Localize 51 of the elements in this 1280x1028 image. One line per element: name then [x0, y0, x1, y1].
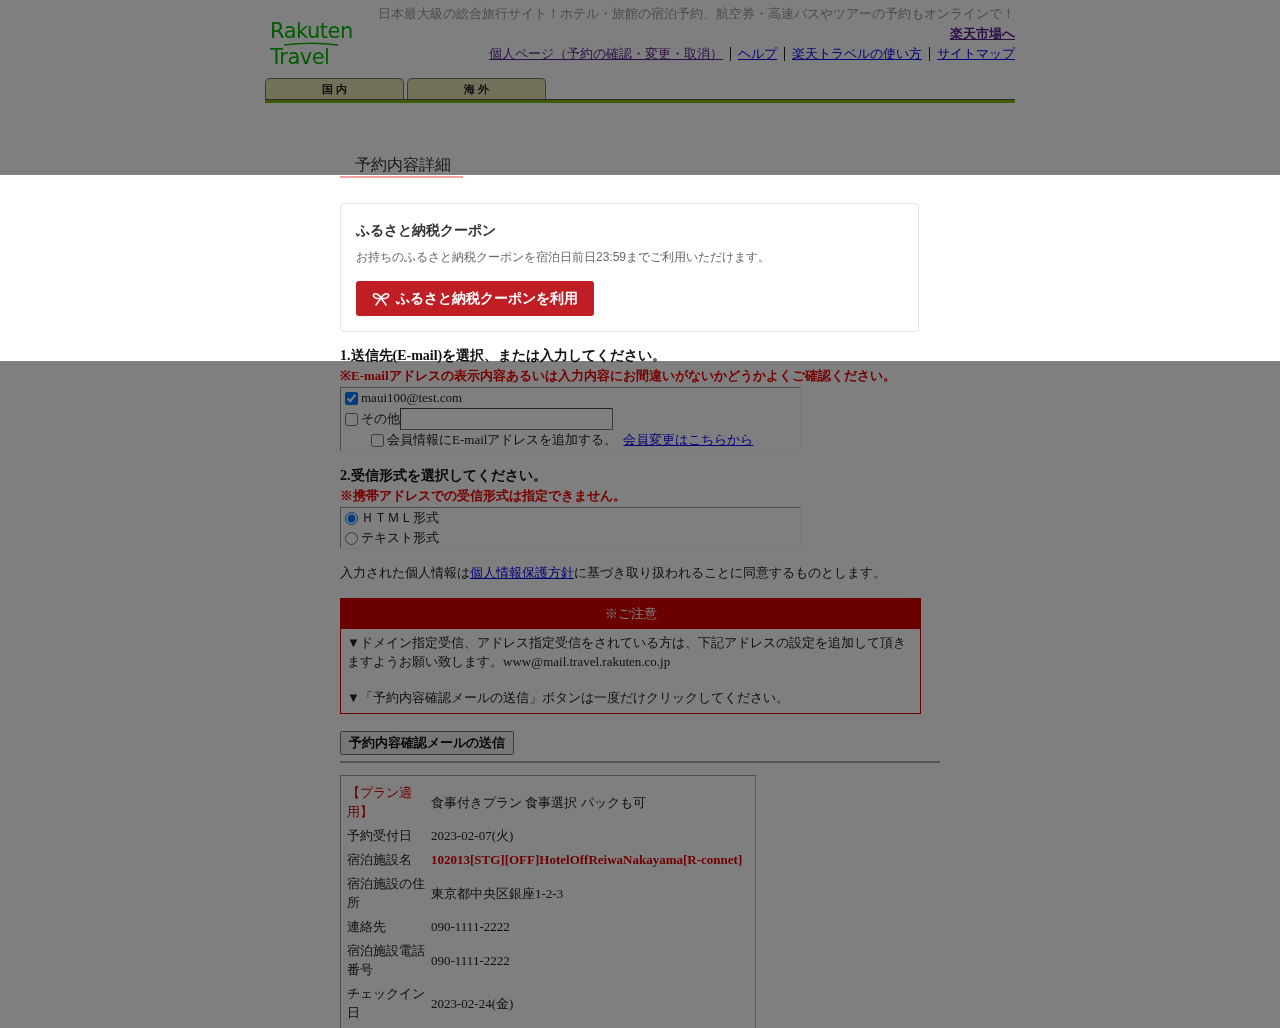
tab[interactable]: 国 内	[265, 78, 404, 99]
detail-value: 食事付きプラン 食事選択 パックも可	[431, 793, 647, 812]
radio-button[interactable]	[345, 531, 358, 545]
checkbox[interactable]	[371, 433, 384, 447]
detail-label: 宿泊施設の住所	[347, 875, 426, 912]
detail-label: 連絡先	[347, 918, 387, 936]
warning-text: ※E-mailアドレスの表示内容あるいは入力内容にお間違いがないかどうかよくご確認ください。	[340, 367, 897, 385]
detail-label: 予約受付日	[347, 827, 413, 845]
detail-value: 102013[STG][OFF]HotelOffReiwaNakayama[R-connet]	[431, 851, 744, 869]
bow-icon	[372, 291, 390, 306]
page-title: 予約内容詳細	[340, 154, 463, 178]
option-label: 会員情報にE-mailアドレスを追加する。	[387, 431, 618, 449]
detail-value: 2023-02-24(金)	[431, 994, 515, 1013]
coupon-title: ふるさと納税クーポン	[356, 221, 497, 240]
detail-label: 宿泊施設電話番号	[347, 942, 426, 979]
notice-text: ▼ドメイン指定受信、アドレス指定受信をされている方は、下記アドレスの設定を追加して頂きますようお願い致します。www@mail.travel.rakuten.co.jp	[347, 634, 907, 671]
notice-text: ▼「予約内容確認メールの送信」ボタンは一度だけクリックしてください。	[347, 689, 790, 707]
member-change-link[interactable]: 会員変更はこちらから	[623, 431, 754, 449]
header-link[interactable]: サイトマップ	[937, 44, 1015, 64]
consent-text: 入力された個人情報は個人情報保護方針に基づき取り扱われることに同意するものとします。	[340, 564, 887, 582]
detail-label: 宿泊施設名	[347, 851, 413, 869]
header-link[interactable]: 楽天トラベルの使い方	[792, 44, 922, 64]
market-link[interactable]: 楽天市場へ	[950, 26, 1015, 41]
option-label: その他	[361, 410, 400, 428]
privacy-policy-link[interactable]: 個人情報保護方針	[470, 565, 574, 580]
option-label: テキスト形式	[361, 529, 439, 547]
detail-label: 【プラン適用】	[347, 784, 413, 821]
email-input-field[interactable]	[400, 408, 613, 430]
detail-value: 東京都中央区銀座1-2-3	[431, 884, 565, 903]
notice-title: ※ご注意	[341, 599, 920, 629]
logo-text: Rakuten	[270, 20, 353, 42]
section-heading: 2.受信形式を選択してください。	[340, 467, 548, 485]
detail-value: 090-1111-2222	[431, 951, 511, 970]
section-heading: 1.送信先(E-mail)を選択、または入力してください。	[340, 347, 668, 365]
coupon-description: お持ちのふるさと納税クーポンを宿泊日前日23:59までご利用いただけます。	[356, 249, 772, 266]
radio-button[interactable]	[345, 511, 358, 525]
logo-text: Travel	[270, 46, 330, 68]
checkbox[interactable]	[345, 391, 358, 405]
detail-value: 090-1111-2222	[431, 918, 511, 936]
detail-label: チェックイン日	[347, 985, 426, 1022]
swoosh-icon	[283, 42, 339, 46]
header-link[interactable]: 個人ページ（予約の確認・変更・取消）	[489, 44, 723, 64]
option-label: maui100@test.com	[361, 389, 463, 407]
send-email-button[interactable]: 予約内容確認メールの送信	[340, 731, 514, 755]
detail-value: 2023-02-07(火)	[431, 827, 515, 845]
checkbox[interactable]	[345, 412, 358, 426]
warning-text: ※携帯アドレスでの受信形式は指定できません。	[340, 487, 627, 505]
option-label: ＨＴＭＬ形式	[361, 509, 439, 527]
use-coupon-button[interactable]: ふるさと納税クーポンを利用	[356, 281, 594, 316]
tab[interactable]: 海 外	[407, 78, 546, 99]
header-link[interactable]: ヘルプ	[738, 44, 777, 64]
